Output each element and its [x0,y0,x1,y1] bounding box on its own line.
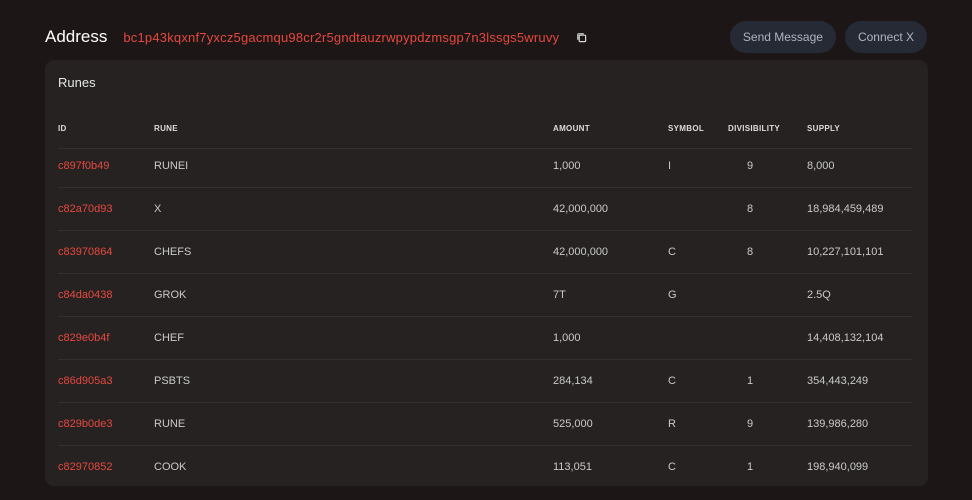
table-row: c82a70d93 X 42,000,000 8 18,984,459,489 [58,188,913,231]
rune-supply: 10,227,101,101 [807,246,884,258]
table-row: c84da0438 GROK 7T G 2.5Q [58,274,913,317]
rune-divisibility: 9 [746,418,754,430]
rune-amount: 1,000 [553,332,581,344]
rune-supply: 8,000 [807,160,835,172]
runes-table: c897f0b49 RUNEI 1,000 I 9 8,000 c82a70d9… [58,145,913,488]
runes-panel: Runes ID RUNE AMOUNT SYMBOL DIVISIBILITY… [45,60,928,486]
rune-divisibility: 9 [746,160,754,172]
rune-symbol: C [668,246,676,258]
rune-symbol: C [668,375,676,387]
rune-amount: 1,000 [553,160,581,172]
address-value[interactable]: bc1p43kqxnf7yxcz5gacmqu98cr2r5gndtauzrwp… [123,30,559,45]
rune-amount: 42,000,000 [553,246,609,258]
rune-supply: 198,940,099 [807,461,869,473]
rune-id-link[interactable]: c83970864 [58,246,112,258]
page: Address bc1p43kqxnf7yxcz5gacmqu98cr2r5gn… [0,0,972,500]
rune-name: GROK [154,289,187,301]
rune-name: RUNEI [154,160,189,172]
rune-name: PSBTS [154,375,191,387]
connect-button[interactable]: Connect X [844,21,927,53]
rune-id-link[interactable]: c829e0b4f [58,332,109,344]
column-header-symbol: SYMBOL [668,124,705,133]
column-header-amount: AMOUNT [553,124,590,133]
rune-name: COOK [154,461,187,473]
rune-amount: 113,051 [553,461,592,473]
rune-name: RUNE [154,418,186,430]
rune-supply: 139,986,280 [807,418,869,430]
table-row: c86d905a3 PSBTS 284,134 C 1 354,443,249 [58,360,913,403]
rune-divisibility: 1 [746,375,754,387]
rune-symbol: R [668,418,676,430]
rune-name: CHEF [154,332,184,344]
rune-divisibility: 1 [746,461,754,473]
rune-id-link[interactable]: c829b0de3 [58,418,112,430]
column-header-divisibility: DIVISIBILITY [728,124,781,133]
table-row: c829b0de3 RUNE 525,000 R 9 139,986,280 [58,403,913,446]
rune-id-link[interactable]: c82970852 [58,461,112,473]
rune-amount: 42,000,000 [553,203,609,215]
rune-name: X [154,203,162,215]
rune-symbol: I [668,160,672,172]
column-header-id: ID [58,124,67,133]
column-header-supply: SUPPLY [807,124,841,133]
column-header-rune: RUNE [154,124,178,133]
rune-id-link[interactable]: c82a70d93 [58,203,112,215]
rune-id-link[interactable]: c84da0438 [58,289,112,301]
address-header: Address bc1p43kqxnf7yxcz5gacmqu98cr2r5gn… [45,20,927,54]
rune-divisibility: 8 [746,203,754,215]
rune-divisibility: 8 [746,246,754,258]
send-message-button[interactable]: Send Message [729,21,836,53]
panel-title: Runes [58,75,96,90]
copy-address-button[interactable] [573,29,589,45]
rune-supply: 18,984,459,489 [807,203,884,215]
rune-supply: 354,443,249 [807,375,869,387]
rune-name: CHEFS [154,246,192,258]
table-row: c83970864 CHEFS 42,000,000 C 8 10,227,10… [58,231,913,274]
rune-amount: 284,134 [553,375,593,387]
rune-supply: 14,408,132,104 [807,332,884,344]
rune-symbol: C [668,461,676,473]
address-label: Address [45,27,108,46]
rune-amount: 7T [553,289,566,301]
rune-symbol: G [668,289,677,301]
rune-id-link[interactable]: c86d905a3 [58,375,112,387]
rune-amount: 525,000 [553,418,593,430]
table-row: c897f0b49 RUNEI 1,000 I 9 8,000 [58,145,913,188]
rune-id-link[interactable]: c897f0b49 [58,160,109,172]
table-row: c829e0b4f CHEF 1,000 14,408,132,104 [58,317,913,360]
table-row: c82970852 COOK 113,051 C 1 198,940,099 [58,446,913,488]
copy-icon [576,32,586,42]
rune-supply: 2.5Q [807,289,831,301]
